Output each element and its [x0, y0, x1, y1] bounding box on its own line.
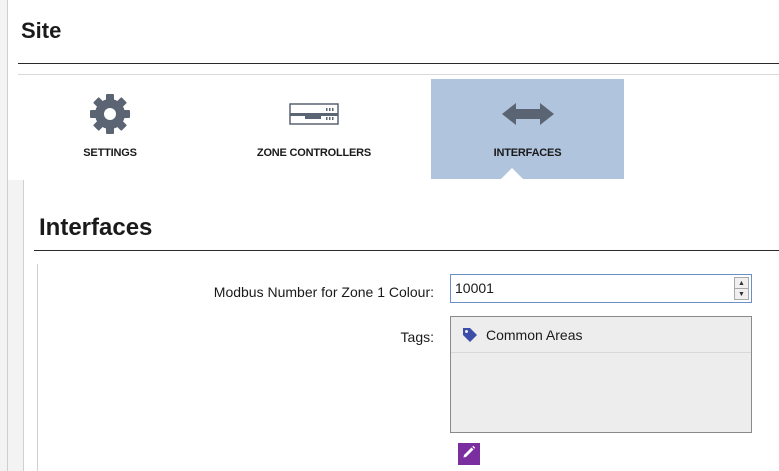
site-title-divider	[18, 63, 779, 64]
tags-list[interactable]: Common Areas	[450, 316, 752, 433]
pencil-icon	[462, 445, 476, 464]
tab-zone-controllers-label: ZONE CONTROLLERS	[256, 147, 372, 159]
zone-controller-icon	[289, 91, 339, 137]
window: Site SETTINGS ZONE CONTROLLERS INTERFACE…	[0, 0, 779, 471]
modbus-number-input[interactable]	[453, 276, 727, 300]
spin-up-button[interactable]: ▲	[734, 277, 749, 289]
caret-down-icon: ▼	[738, 290, 745, 298]
edit-tags-button[interactable]	[458, 443, 480, 465]
tab-settings-label: SETTINGS	[83, 147, 137, 159]
tab-settings[interactable]: SETTINGS	[40, 79, 180, 179]
tag-label: Common Areas	[486, 326, 583, 343]
tab-interfaces-label: INTERFACES	[493, 147, 562, 159]
modbus-number-stepper[interactable]: ▲ ▼	[450, 274, 752, 303]
modbus-number-label: Modbus Number for Zone 1 Colour:	[213, 284, 434, 300]
interfaces-arrows-icon	[501, 91, 554, 137]
site-title: Site	[21, 18, 62, 43]
interfaces-panel: Interfaces Modbus Number for Zone 1 Colo…	[23, 180, 779, 471]
tag-item[interactable]: Common Areas	[451, 317, 751, 353]
interfaces-title: Interfaces	[39, 214, 153, 241]
gear-icon	[88, 91, 132, 137]
tags-label: Tags:	[400, 329, 434, 345]
modbus-spinner: ▲ ▼	[734, 277, 749, 300]
tag-icon	[462, 327, 478, 343]
spin-down-button[interactable]: ▼	[734, 289, 749, 300]
caret-up-icon: ▲	[738, 279, 745, 287]
tab-interfaces[interactable]: INTERFACES	[431, 79, 624, 179]
tab-bar: SETTINGS ZONE CONTROLLERS INTERFACES	[18, 74, 779, 183]
interfaces-title-divider	[34, 250, 779, 251]
form-left-border	[37, 264, 38, 471]
content-area: Interfaces Modbus Number for Zone 1 Colo…	[8, 180, 779, 471]
selected-tab-pointer	[500, 168, 524, 180]
tab-zone-controllers[interactable]: ZONE CONTROLLERS	[214, 79, 414, 179]
